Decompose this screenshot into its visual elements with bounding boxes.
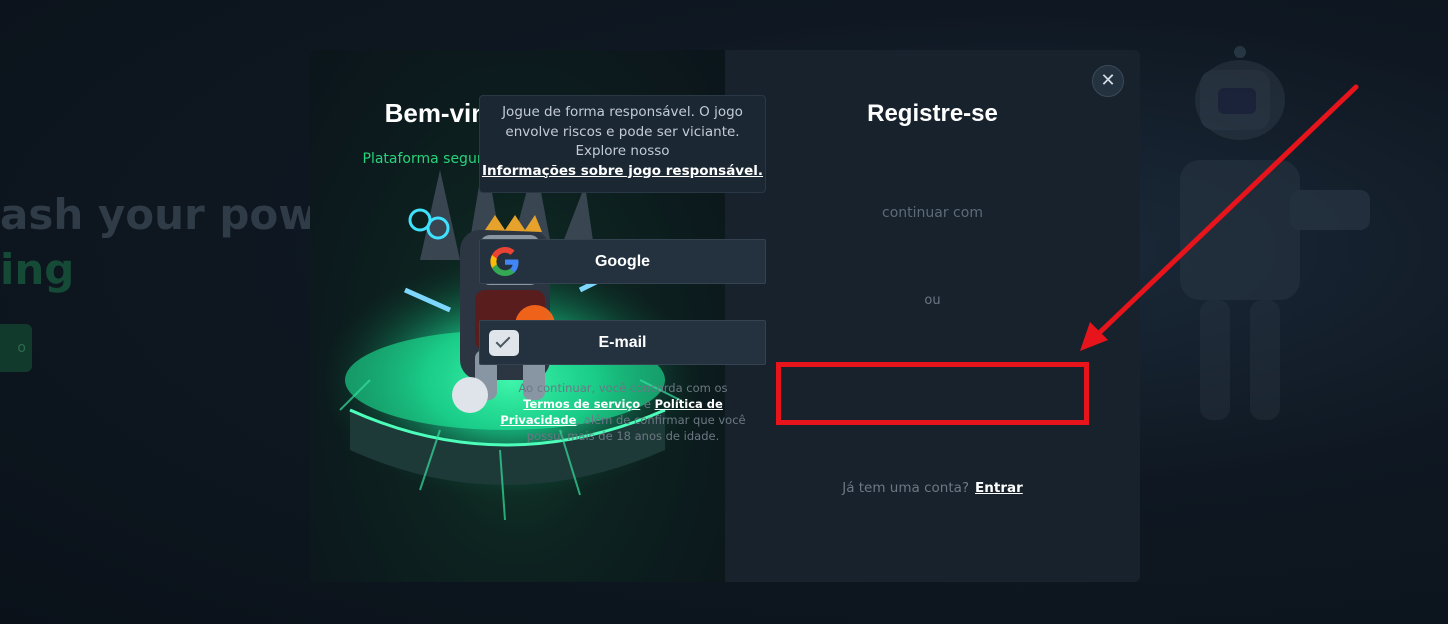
background-hero: ash your powe ing [0,190,346,294]
terms-of-service-link[interactable]: Termos de serviço [523,397,640,411]
background-cta-button: o [0,324,32,372]
notice-text: Jogue de forma responsável. O jogo envol… [502,104,743,159]
have-account-row: Já tem uma conta? Entrar [725,480,1140,496]
close-icon: ✕ [1100,70,1116,91]
background-robot-illustration [1180,46,1370,420]
background-hero-line1: ash your powe [0,190,346,239]
email-login-button[interactable]: E-mail [479,320,766,365]
continue-with-label: continuar com [882,205,983,221]
google-button-label: Google [594,252,651,270]
email-button-label: E-mail [598,333,647,351]
responsible-gaming-notice: Jogue de forma responsável. O jogo envol… [479,95,766,193]
register-panel: ✕ Registre-se [725,50,1140,582]
background-hero-line2: ing [0,245,75,294]
or-divider: ou [924,293,941,308]
google-login-button[interactable]: Google [479,239,766,284]
register-title: Registre-se [867,100,998,127]
terms-prefix: Ao continuar, você concorda com os [518,381,728,395]
close-button[interactable]: ✕ [1092,65,1124,97]
login-link[interactable]: Entrar [975,480,1023,496]
have-account-text: Já tem uma conta? [842,480,970,496]
terms-and: e [643,397,651,411]
terms-notice: Ao continuar, você concorda com os Termo… [495,380,751,444]
responsible-gaming-link[interactable]: Informações sobre jogo responsável. [482,163,763,179]
email-highlight-box [776,362,1089,425]
